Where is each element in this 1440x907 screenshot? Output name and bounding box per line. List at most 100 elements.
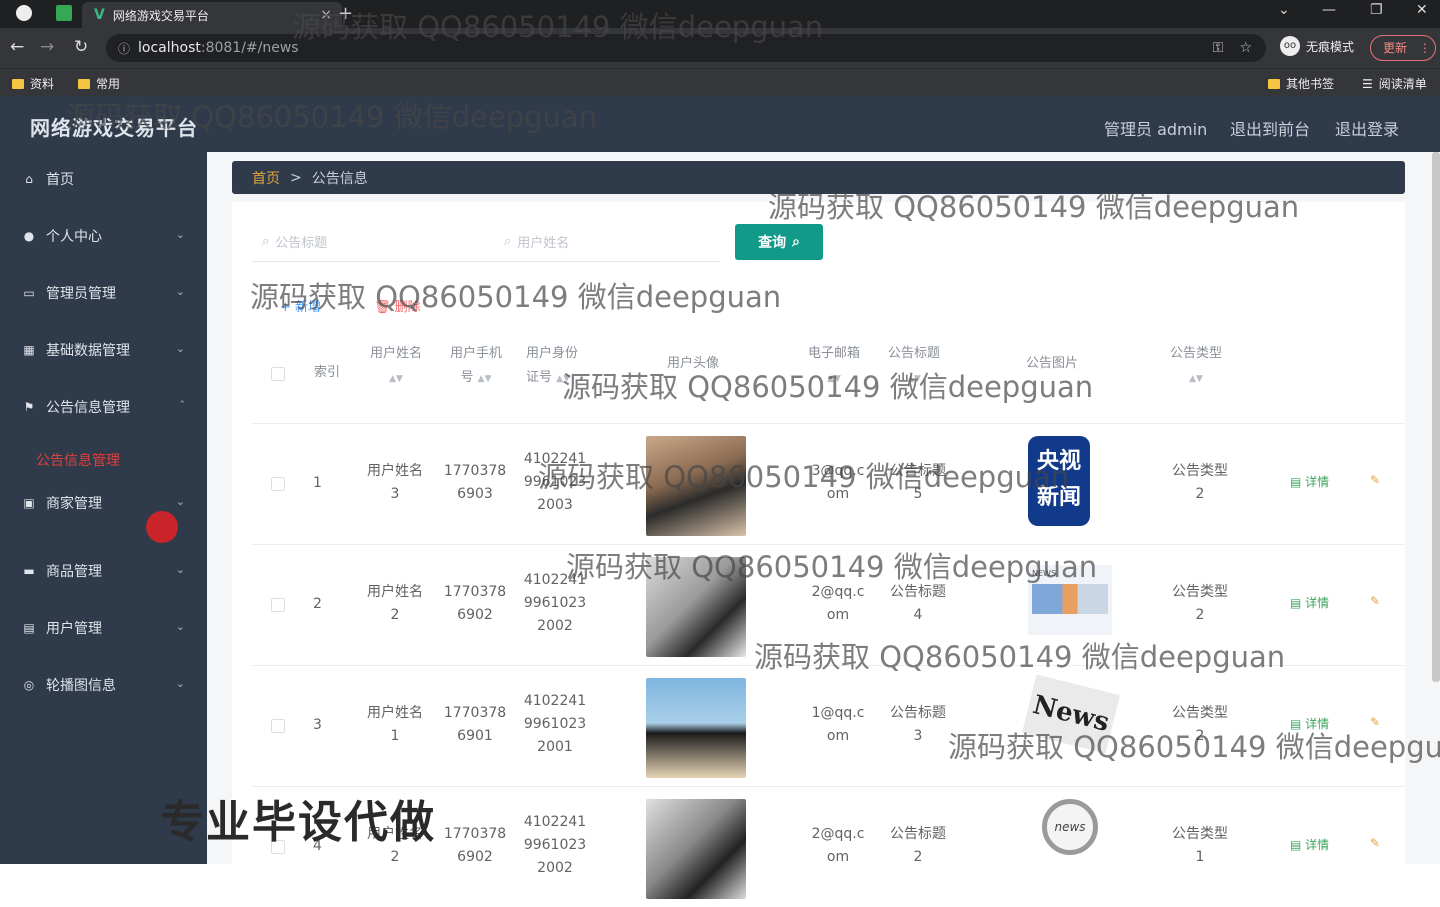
cell-text: 公告类型 xyxy=(1172,826,1228,842)
title-search-input[interactable]: ⌕ 公告标题 xyxy=(262,232,327,251)
bookmark-label: 阅读清单 xyxy=(1378,77,1427,91)
reading-list-icon: ☰ xyxy=(1362,76,1373,91)
incognito-indicator[interactable]: oo 无痕模式 xyxy=(1280,36,1354,56)
sidebar-item-goods[interactable]: ▬ 商品管理 ⌄ xyxy=(0,551,207,591)
app-icon[interactable] xyxy=(56,5,72,21)
cell-text: 1770378 xyxy=(443,584,507,600)
col-idcard[interactable]: 用户身份证号 ▲▼ xyxy=(526,342,586,391)
info-icon[interactable]: ⓘ xyxy=(118,40,130,57)
update-button[interactable]: 更新 ⋮ xyxy=(1370,35,1436,61)
cell-text: 9961023 xyxy=(523,837,587,853)
cell-idcard: 4102241 9961023 2003 xyxy=(523,448,587,517)
new-tab-icon[interactable]: + xyxy=(338,3,353,24)
col-email[interactable]: 电子邮箱 ▲▼ xyxy=(808,342,860,391)
row-checkbox[interactable] xyxy=(271,719,285,733)
detail-button[interactable]: ▤ 详情 xyxy=(1290,836,1329,853)
cell-text: 2001 xyxy=(537,739,573,755)
image-text: news xyxy=(1054,820,1086,834)
main-content: 首页 > 公告信息 ⌕ 公告标题 ⌕ 用户姓名 查询 ⌕ + 新增 🗑 删除 索引 用… xyxy=(207,152,1440,899)
breadcrumb-home[interactable]: 首页 xyxy=(252,168,280,188)
logout-link[interactable]: 退出登录 xyxy=(1335,116,1399,140)
sort-icon[interactable]: ▲▼ xyxy=(478,374,492,384)
edit-icon[interactable]: ✎ xyxy=(1370,594,1380,608)
select-all-checkbox[interactable] xyxy=(271,367,285,381)
col-phone[interactable]: 用户手机号 ▲▼ xyxy=(444,342,508,391)
reading-list[interactable]: ☰ 阅读清单 xyxy=(1362,75,1427,92)
restore-icon[interactable]: ❐ xyxy=(1370,2,1383,18)
back-icon[interactable]: ← xyxy=(10,37,24,57)
chevron-down-icon: ⌄ xyxy=(175,285,185,298)
col-title[interactable]: 公告标题 ▲▼ xyxy=(888,342,940,391)
globe-icon[interactable] xyxy=(16,5,32,21)
user-avatar-image xyxy=(646,436,746,536)
image-text: News xyxy=(1029,690,1113,738)
cell-text: 2@qq.c xyxy=(811,826,865,842)
sort-icon[interactable]: ▲▼ xyxy=(1189,374,1203,384)
edit-icon[interactable]: ✎ xyxy=(1370,836,1380,850)
detail-button[interactable]: ▤ 详情 xyxy=(1290,473,1329,490)
star-icon[interactable]: ☆ xyxy=(1239,40,1252,56)
sort-icon[interactable]: ▲▼ xyxy=(556,374,570,384)
cell-email: 2@qq.c om xyxy=(808,823,868,869)
col-type[interactable]: 公告类型 ▲▼ xyxy=(1170,342,1222,391)
row-checkbox[interactable] xyxy=(271,477,285,491)
key-icon[interactable]: ⚿ xyxy=(1213,40,1224,56)
detail-button[interactable]: ▤ 详情 xyxy=(1290,594,1329,611)
url-field[interactable]: ⓘ localhost :8081/#/news ⚿ ☆ xyxy=(106,34,1266,62)
sidebar-item-home[interactable]: ⌂ 首页 xyxy=(0,159,207,199)
menu-dots-icon[interactable]: ⋮ xyxy=(1419,41,1431,55)
sidebar-item-notice[interactable]: ⚑ 公告信息管理 ˆ xyxy=(0,387,207,427)
sidebar-item-basedata[interactable]: ▦ 基础数据管理 ⌄ xyxy=(0,330,207,370)
query-button[interactable]: 查询 ⌕ xyxy=(735,224,823,260)
sort-icon[interactable]: ▲▼ xyxy=(907,374,921,384)
chevron-down-icon: ⌄ xyxy=(175,342,185,355)
trash-icon: 🗑 xyxy=(374,300,395,315)
cell-phone: 1770378 6902 xyxy=(443,581,507,627)
sort-icon[interactable]: ▲▼ xyxy=(827,374,841,384)
forward-icon[interactable]: → xyxy=(40,37,54,57)
delete-button[interactable]: 🗑 删除 xyxy=(374,296,421,315)
sidebar-item-admin[interactable]: ▭ 管理员管理 ⌄ xyxy=(0,273,207,313)
edit-icon[interactable]: ✎ xyxy=(1370,473,1380,487)
cell-text: 2002 xyxy=(537,860,573,876)
cell-email: 3@qq.c om xyxy=(808,460,868,506)
sidebar-item-carousel[interactable]: ◎ 轮播图信息 ⌄ xyxy=(0,665,207,705)
cell-text: om xyxy=(826,607,850,623)
cell-email: 2@qq.c om xyxy=(808,581,868,627)
header-label: 用户身份证号 xyxy=(526,346,579,385)
cell-type: 公告类型 2 xyxy=(1170,460,1230,506)
detail-button[interactable]: ▤ 详情 xyxy=(1290,715,1329,732)
sidebar-item-merchant[interactable]: ▣ 商家管理 ⌄ xyxy=(0,483,207,523)
user-search-input[interactable]: ⌕ 用户姓名 xyxy=(504,232,569,251)
cell-text: 9961023 xyxy=(523,716,587,732)
bookmark-folder[interactable]: 常用 xyxy=(78,75,120,92)
reload-icon[interactable]: ↻ xyxy=(74,37,88,57)
cell-idcard: 4102241 9961023 2001 xyxy=(523,690,587,759)
sidebar-item-profile[interactable]: ● 个人中心 ⌄ xyxy=(0,216,207,256)
sort-icon[interactable]: ▲▼ xyxy=(389,374,403,384)
cell-text: 2002 xyxy=(537,618,573,634)
browser-tab[interactable]: V 网络游戏交易平台 × xyxy=(82,2,342,28)
incognito-icon: oo xyxy=(1280,36,1300,56)
close-window-icon[interactable]: ✕ xyxy=(1416,2,1428,18)
page-scrollbar[interactable] xyxy=(1432,152,1440,682)
back-to-front-link[interactable]: 退出到前台 xyxy=(1230,116,1310,140)
add-button[interactable]: + 新增 xyxy=(280,296,321,315)
tab-close-icon[interactable]: × xyxy=(320,7,332,23)
col-name[interactable]: 用户姓名 ▲▼ xyxy=(365,342,427,391)
row-checkbox[interactable] xyxy=(271,598,285,612)
other-bookmarks[interactable]: 其他书签 xyxy=(1268,75,1334,92)
edit-icon[interactable]: ✎ xyxy=(1370,715,1380,729)
sidebar-item-users[interactable]: ▤ 用户管理 ⌄ xyxy=(0,608,207,648)
cell-text: om xyxy=(826,486,850,502)
cell-text: 用户姓名 xyxy=(367,463,423,479)
tab-search-icon[interactable]: ⌄ xyxy=(1278,2,1290,18)
minimize-icon[interactable]: — xyxy=(1322,2,1336,18)
detail-label: 详情 xyxy=(1305,596,1330,610)
folder-icon xyxy=(1268,78,1280,89)
shop-icon: ▣ xyxy=(23,496,35,510)
table-row: 1 用户姓名 3 1770378 6903 4102241 9961023 2003 3… xyxy=(252,423,1405,544)
cell-text: 用户姓名 xyxy=(367,705,423,721)
bookmark-folder[interactable]: 资料 xyxy=(12,75,54,92)
sidebar-subitem-notice-manage[interactable]: 公告信息管理 xyxy=(36,450,120,470)
